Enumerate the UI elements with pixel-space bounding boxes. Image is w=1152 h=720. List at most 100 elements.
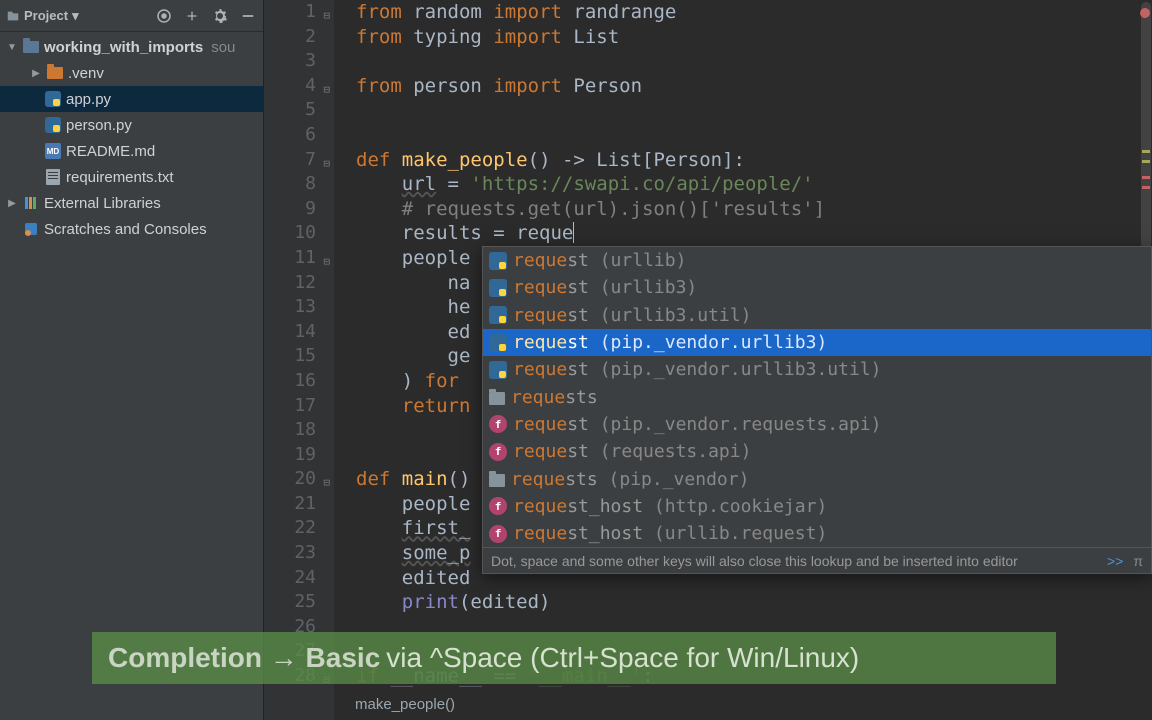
completion-more-link[interactable]: >> <box>1107 553 1123 569</box>
markdown-file-icon: MD <box>45 143 61 159</box>
completion-label: request (urllib3) <box>513 277 697 298</box>
chevron-down-icon[interactable]: ▼ <box>6 42 18 53</box>
tree-item[interactable]: MD README.md <box>0 138 263 164</box>
module-icon <box>23 41 39 53</box>
pi-icon[interactable]: π <box>1133 553 1143 569</box>
line-number[interactable]: 11⊟ <box>264 246 316 271</box>
line-number[interactable]: 20⊟ <box>264 467 316 492</box>
completion-item[interactable]: requests <box>483 383 1151 410</box>
breadcrumb[interactable]: make_people() <box>355 696 455 713</box>
chevron-right-icon[interactable]: ▶ <box>6 198 18 209</box>
line-number[interactable]: 18 <box>264 418 316 443</box>
completion-item[interactable]: requests (pip._vendor) <box>483 465 1151 492</box>
completion-label: request (urllib3.util) <box>513 305 751 326</box>
line-number[interactable]: 6 <box>264 123 316 148</box>
text-file-icon <box>46 169 60 185</box>
line-number[interactable]: 14 <box>264 320 316 345</box>
code-line[interactable]: from typing import List <box>356 25 1152 50</box>
line-number[interactable]: 17 <box>264 394 316 419</box>
python-module-icon <box>489 252 507 270</box>
project-sidebar: Project▾ ▼ working_w <box>0 0 264 720</box>
line-number[interactable]: 22 <box>264 516 316 541</box>
code-line[interactable]: print(edited) <box>356 590 1152 615</box>
line-number[interactable]: 12 <box>264 271 316 296</box>
banner-shortcut: via ^Space (Ctrl+Space for Win/Linux) <box>386 642 859 674</box>
scrollbar-thumb[interactable] <box>1141 2 1151 282</box>
code-line[interactable]: def make_people() -> List[Person]: <box>356 148 1152 173</box>
completion-label: request (pip._vendor.urllib3.util) <box>513 359 881 380</box>
tree-item-label: requirements.txt <box>66 169 174 186</box>
tree-item[interactable]: app.py <box>0 86 263 112</box>
code-line[interactable] <box>356 98 1152 123</box>
line-number[interactable]: 8 <box>264 172 316 197</box>
tree-item[interactable]: person.py <box>0 112 263 138</box>
line-number[interactable]: 23 <box>264 541 316 566</box>
completion-item[interactable]: request (urllib3) <box>483 274 1151 301</box>
sidebar-header: Project▾ <box>0 0 263 32</box>
completion-item[interactable]: request (urllib) <box>483 247 1151 274</box>
completion-hint: Dot, space and some other keys will also… <box>483 547 1151 573</box>
tree-item-label: README.md <box>66 143 155 160</box>
line-number[interactable]: 9 <box>264 197 316 222</box>
completion-item[interactable]: f request (pip._vendor.requests.api) <box>483 411 1151 438</box>
select-opened-file-icon[interactable] <box>155 7 173 25</box>
line-number[interactable]: 25 <box>264 590 316 615</box>
code-line[interactable] <box>356 49 1152 74</box>
project-tree[interactable]: ▼ working_with_imports sou ▶.venvapp.pyp… <box>0 32 263 242</box>
tree-root[interactable]: ▼ working_with_imports sou <box>0 34 263 60</box>
line-number[interactable]: 7⊟ <box>264 148 316 173</box>
root-label: working_with_imports <box>44 39 203 56</box>
code-line[interactable] <box>356 123 1152 148</box>
function-icon: f <box>489 415 507 433</box>
line-number[interactable]: 5 <box>264 98 316 123</box>
line-number[interactable]: 13 <box>264 295 316 320</box>
line-number[interactable]: 15 <box>264 344 316 369</box>
completion-popup[interactable]: request (urllib) request (urllib3) request… <box>482 246 1152 574</box>
fold-marker-icon[interactable]: ⊟ <box>320 78 330 88</box>
scratches-consoles[interactable]: Scratches and Consoles <box>0 216 263 242</box>
line-number[interactable]: 10 <box>264 221 316 246</box>
line-number[interactable]: 1⊟ <box>264 0 316 25</box>
completion-item[interactable]: f request_host (http.cookiejar) <box>483 493 1151 520</box>
completion-item[interactable]: request (pip._vendor.urllib3) <box>483 329 1151 356</box>
tree-item[interactable]: requirements.txt <box>0 164 263 190</box>
line-number[interactable]: 21 <box>264 492 316 517</box>
project-tool-title[interactable]: Project▾ <box>6 8 79 24</box>
code-line[interactable]: url = 'https://swapi.co/api/people/' <box>356 172 1152 197</box>
function-icon: f <box>489 525 507 543</box>
completion-label: request_host (http.cookiejar) <box>513 496 827 517</box>
root-path: sou <box>211 39 235 56</box>
line-number[interactable]: 24 <box>264 566 316 591</box>
code-line[interactable]: from person import Person <box>356 74 1152 99</box>
expand-all-icon[interactable] <box>183 7 201 25</box>
line-number[interactable]: 2 <box>264 25 316 50</box>
code-line[interactable]: results = reque <box>356 221 1152 246</box>
code-line[interactable]: from random import randrange <box>356 0 1152 25</box>
fold-marker-icon[interactable]: ⊟ <box>320 4 330 14</box>
fold-marker-icon[interactable]: ⊟ <box>320 250 330 260</box>
external-libraries[interactable]: ▶ External Libraries <box>0 190 263 216</box>
editor-gutter[interactable]: 1⊟234⊟567⊟891011⊟121314151617181920⊟2122… <box>264 0 334 720</box>
banner-action: Completion → Basic <box>108 642 380 674</box>
package-icon <box>489 474 505 487</box>
line-number[interactable]: 3 <box>264 49 316 74</box>
tree-item[interactable]: ▶.venv <box>0 60 263 86</box>
hide-tool-icon[interactable] <box>239 7 257 25</box>
completion-item[interactable]: frequest_host (urllib.request) <box>483 520 1151 547</box>
chevron-right-icon[interactable]: ▶ <box>30 68 42 79</box>
python-module-icon <box>489 334 507 352</box>
python-module-icon <box>489 306 507 324</box>
settings-gear-icon[interactable] <box>211 7 229 25</box>
completion-label: request (pip._vendor.requests.api) <box>513 414 881 435</box>
line-number[interactable]: 4⊟ <box>264 74 316 99</box>
completion-label: request (urllib) <box>513 250 686 271</box>
code-line[interactable]: # requests.get(url).json()['results'] <box>356 197 1152 222</box>
fold-marker-icon[interactable]: ⊟ <box>320 152 330 162</box>
function-icon: f <box>489 497 507 515</box>
fold-marker-icon[interactable]: ⊟ <box>320 471 330 481</box>
line-number[interactable]: 16 <box>264 369 316 394</box>
line-number[interactable]: 19 <box>264 443 316 468</box>
completion-item[interactable]: frequest (requests.api) <box>483 438 1151 465</box>
completion-item[interactable]: request (pip._vendor.urllib3.util) <box>483 356 1151 383</box>
completion-item[interactable]: request (urllib3.util) <box>483 302 1151 329</box>
